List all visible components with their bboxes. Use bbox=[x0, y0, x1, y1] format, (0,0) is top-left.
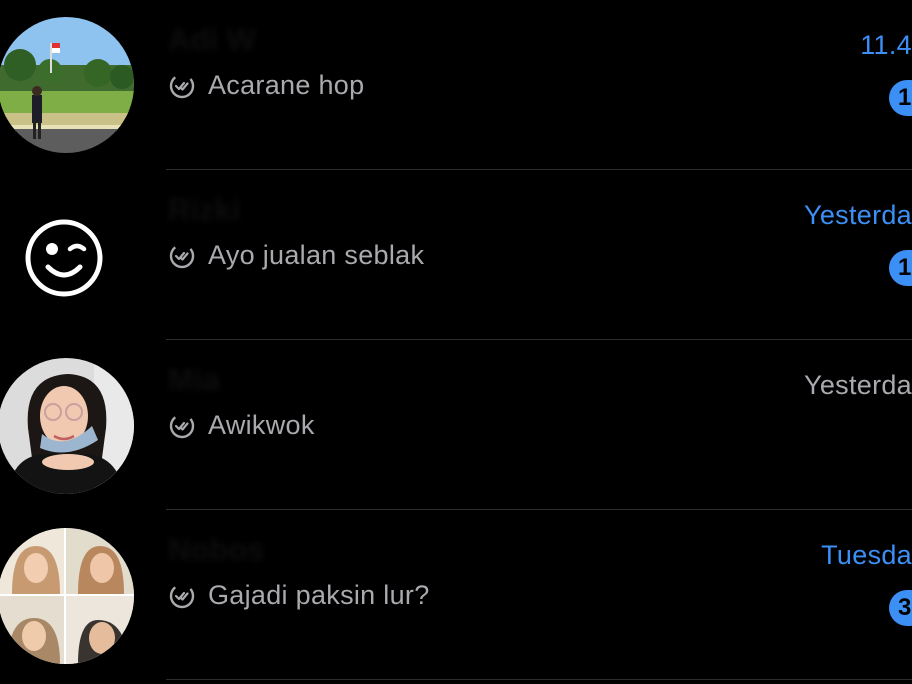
last-message: Gajadi paksin lur? bbox=[208, 580, 430, 610]
selfie-photo-avatar bbox=[0, 358, 134, 494]
chat-row-3[interactable]: Mia Awikwok Yesterda bbox=[0, 340, 912, 510]
divider bbox=[166, 679, 912, 680]
double-check-icon bbox=[169, 243, 195, 268]
avatar[interactable] bbox=[0, 187, 134, 323]
avatar[interactable] bbox=[0, 528, 134, 664]
avatar[interactable] bbox=[0, 17, 134, 153]
unread-badge: 1 bbox=[889, 250, 912, 286]
chat-name: Adi W bbox=[168, 22, 256, 57]
timestamp: Yesterda bbox=[804, 200, 912, 230]
collage-photo-avatar bbox=[0, 528, 134, 664]
chat-list: Adi W Acarane hop 11.4 1 Rizki Ayo juala… bbox=[0, 0, 912, 684]
double-check-icon bbox=[169, 73, 195, 98]
unread-badge: 1 bbox=[889, 80, 912, 116]
message-preview: Awikwok bbox=[168, 410, 315, 441]
timestamp: Yesterda bbox=[804, 370, 912, 400]
message-preview: Gajadi paksin lur? bbox=[168, 580, 430, 611]
timestamp: Tuesda bbox=[821, 540, 912, 570]
message-preview: Acarane hop bbox=[168, 70, 364, 101]
last-message: Ayo jualan seblak bbox=[208, 240, 425, 270]
winking-face-icon bbox=[0, 187, 134, 323]
chat-row-2[interactable]: Rizki Ayo jualan seblak Yesterda 1 bbox=[0, 170, 912, 340]
double-check-icon bbox=[169, 583, 195, 608]
timestamp: 11.4 bbox=[860, 30, 912, 60]
chat-row-1[interactable]: Adi W Acarane hop 11.4 1 bbox=[0, 0, 912, 170]
chat-name: Rizki bbox=[168, 192, 241, 227]
chat-row-4[interactable]: Nobos Gajadi paksin lur? Tuesda 3 bbox=[0, 510, 912, 680]
chat-name: Nobos bbox=[168, 532, 265, 567]
unread-badge: 3 bbox=[889, 590, 912, 626]
avatar[interactable] bbox=[0, 358, 134, 494]
last-message: Awikwok bbox=[208, 410, 315, 440]
message-preview: Ayo jualan seblak bbox=[168, 240, 424, 271]
double-check-icon bbox=[169, 413, 195, 438]
outdoor-photo-avatar bbox=[0, 17, 134, 153]
last-message: Acarane hop bbox=[208, 70, 365, 100]
chat-name: Mia bbox=[168, 362, 220, 397]
